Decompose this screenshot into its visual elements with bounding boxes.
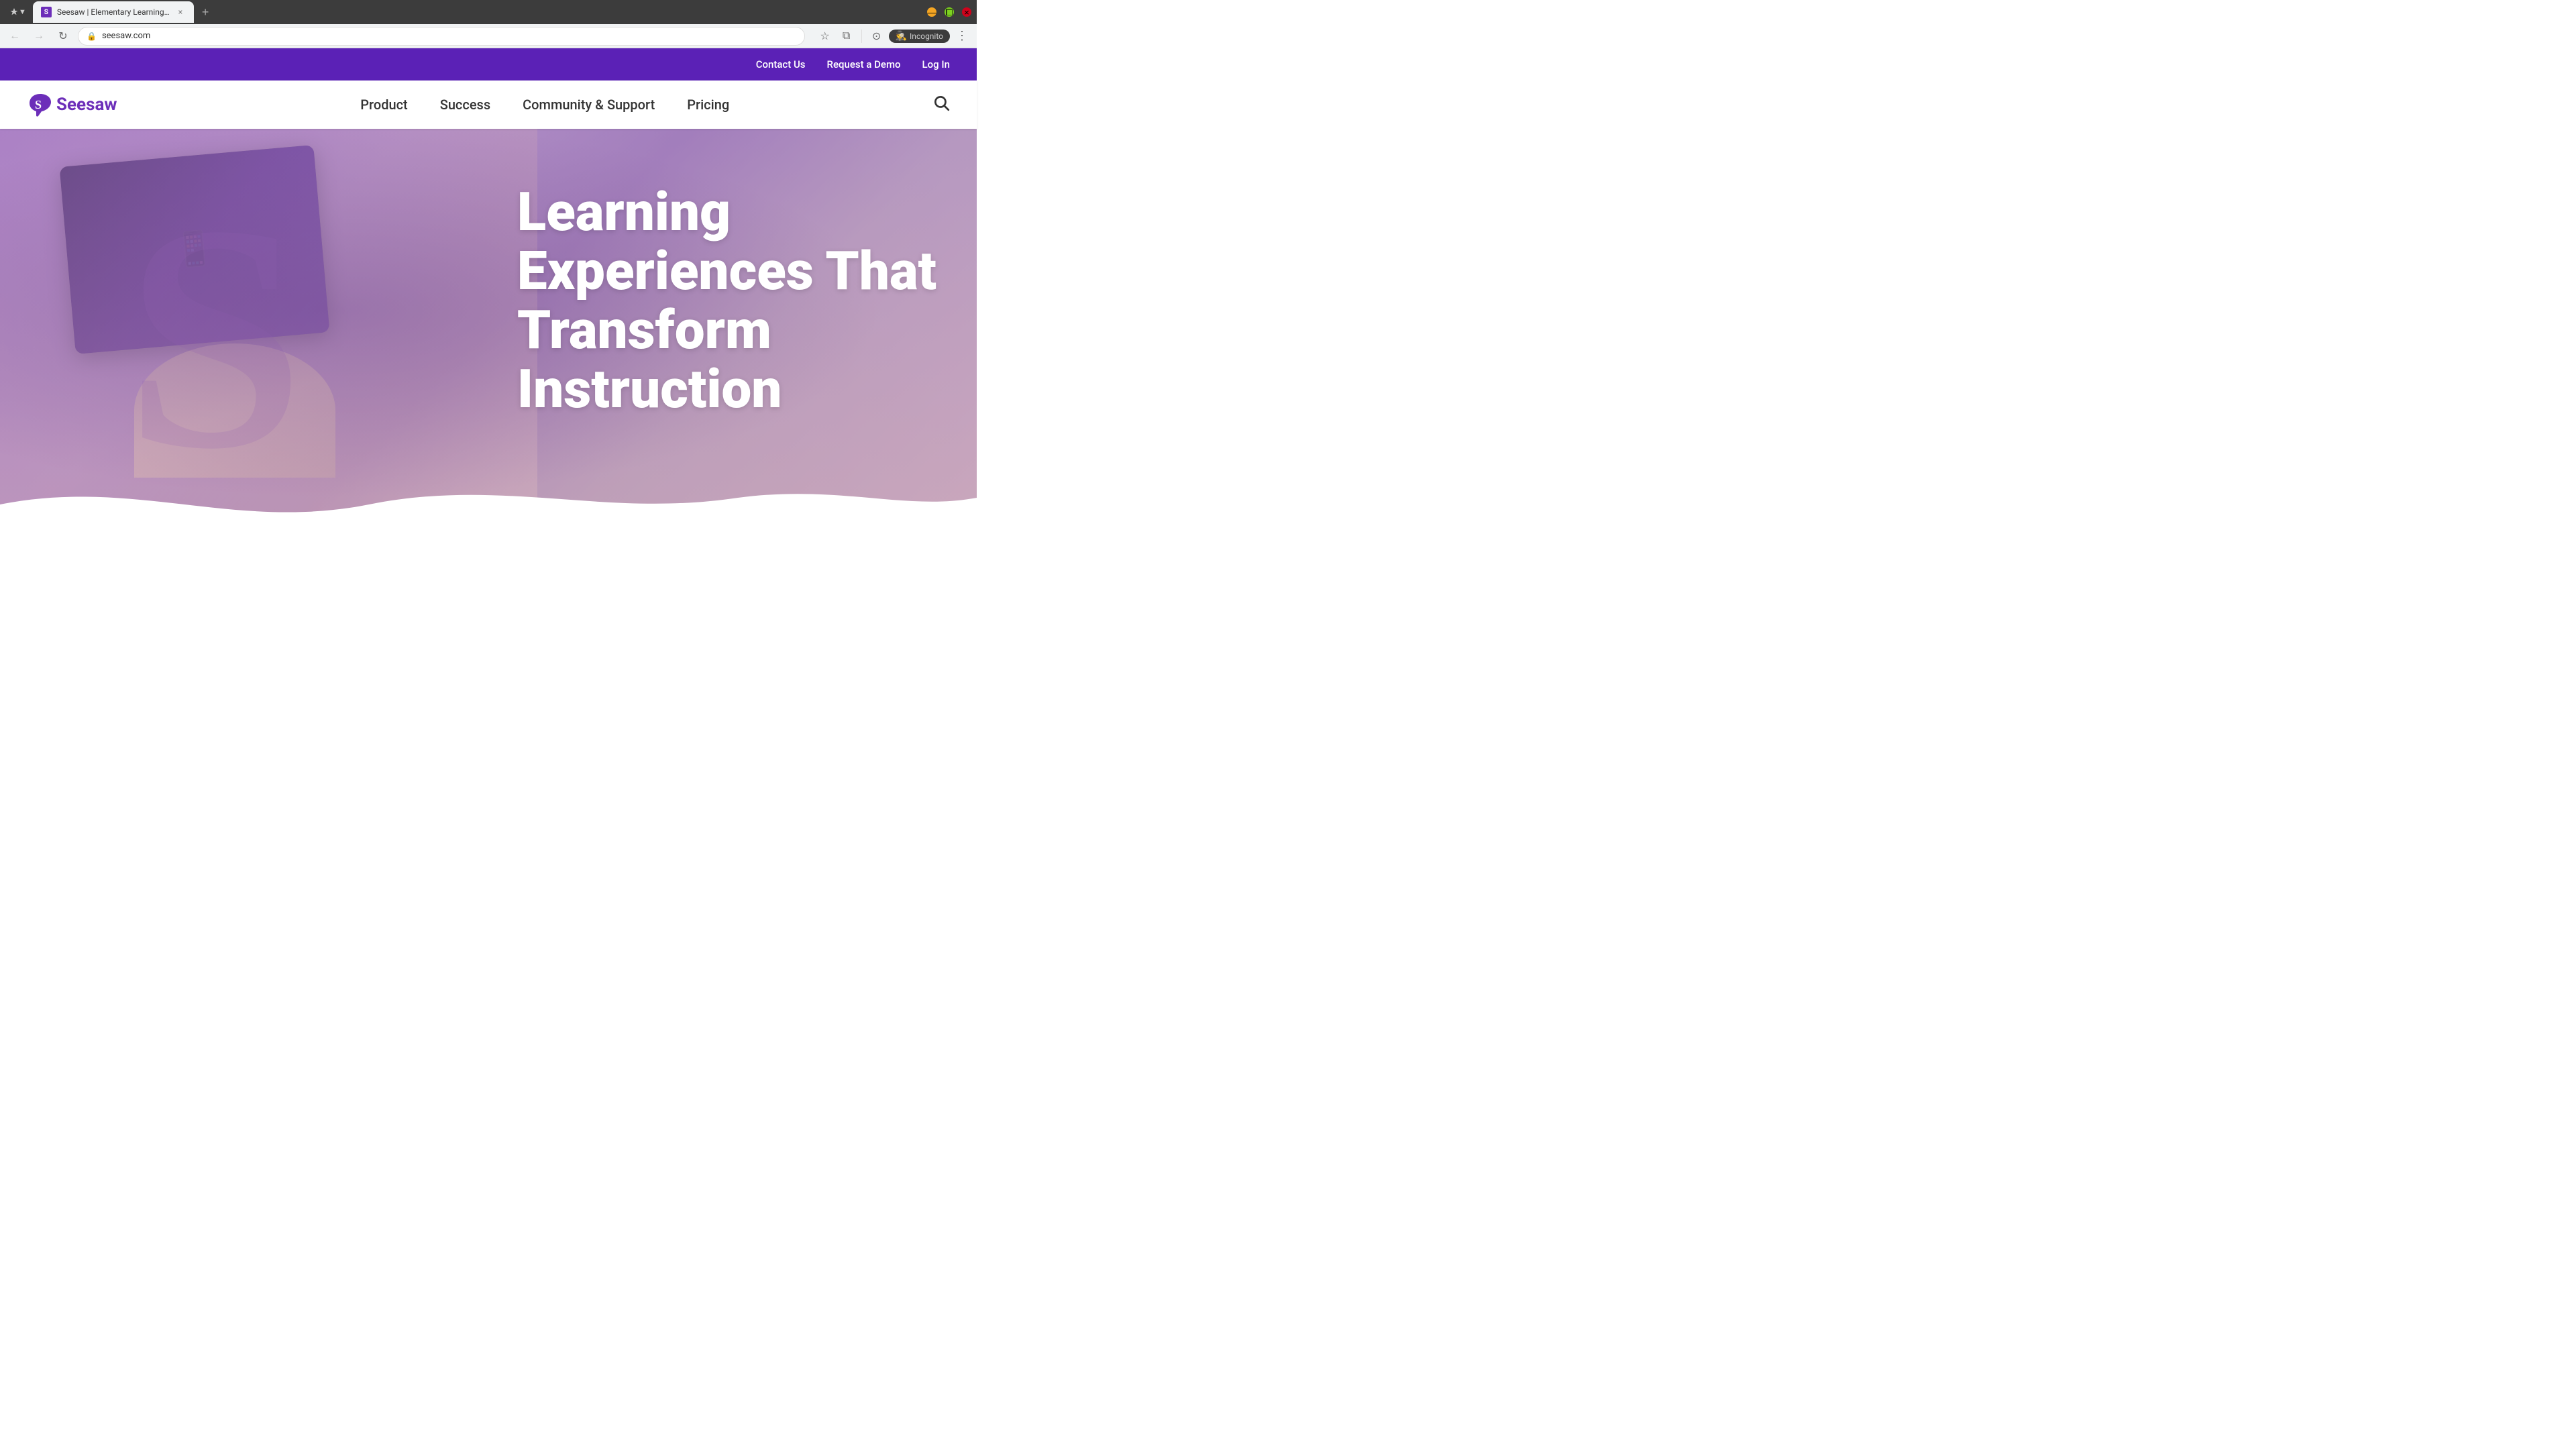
window-maximize-button[interactable]: ⧠: [945, 7, 954, 17]
lock-icon: 🔒: [87, 32, 97, 41]
contact-us-link[interactable]: Contact Us: [756, 58, 806, 70]
address-bar: ← → ↻ 🔒 seesaw.com ☆ ⧉ ⊙ 🕵 Incognito ⋮: [0, 24, 977, 48]
window-minimize-button[interactable]: —: [927, 7, 936, 17]
hero-content: Learning Experiences That Transform Inst…: [517, 182, 936, 419]
url-bar[interactable]: 🔒 seesaw.com: [78, 27, 805, 46]
tab-title: Seesaw | Elementary Learning ...: [57, 7, 170, 17]
hero-wave: [0, 464, 977, 531]
profile-button[interactable]: ⊙: [867, 27, 886, 46]
request-demo-link[interactable]: Request a Demo: [827, 58, 901, 70]
logo-icon-svg: S: [27, 91, 54, 118]
hero-title-line3: Transform: [517, 299, 771, 362]
logo-text: Seesaw: [56, 95, 117, 115]
search-button[interactable]: [932, 94, 950, 115]
back-button[interactable]: ←: [5, 27, 24, 46]
seesaw-logo[interactable]: S Seesaw: [27, 91, 117, 118]
hero-section: 📱 S Learning Experiences That Transform …: [0, 129, 977, 531]
hero-title: Learning Experiences That Transform Inst…: [517, 182, 936, 419]
window-close-button[interactable]: ×: [962, 7, 971, 17]
reload-button[interactable]: ↻: [54, 27, 72, 46]
below-hero: [0, 531, 977, 585]
wave-svg: [0, 464, 977, 531]
svg-text:S: S: [35, 98, 42, 111]
extensions-button[interactable]: ⧉: [837, 27, 856, 46]
nav-product-link[interactable]: Product: [360, 97, 407, 113]
site-nav: S Seesaw Product Success Community & Sup…: [0, 80, 977, 129]
site-top-bar: Contact Us Request a Demo Log In: [0, 48, 977, 80]
tab-count-badge: ▼: [19, 8, 26, 16]
hero-title-line1: Learning: [517, 180, 731, 244]
incognito-label: Incognito: [910, 32, 943, 41]
search-icon: [932, 94, 950, 111]
active-tab[interactable]: S Seesaw | Elementary Learning ... ×: [33, 1, 194, 23]
tab-switcher-button[interactable]: ▼: [5, 5, 30, 19]
nav-pricing-link[interactable]: Pricing: [687, 97, 729, 113]
tab-favicon: S: [41, 7, 52, 17]
toolbar-divider: [861, 30, 862, 43]
hero-title-line4: Instruction: [517, 358, 782, 421]
tab-close-button[interactable]: ×: [175, 7, 186, 17]
bookmark-button[interactable]: ☆: [816, 27, 835, 46]
hero-title-line2: Experiences That: [517, 239, 936, 303]
nav-community-support-link[interactable]: Community & Support: [523, 97, 655, 113]
forward-button[interactable]: →: [30, 27, 48, 46]
log-in-link[interactable]: Log In: [922, 58, 950, 70]
nav-links: Product Success Community & Support Pric…: [157, 97, 932, 113]
more-menu-button[interactable]: ⋮: [953, 27, 971, 46]
browser-tab-bar: ▼ S Seesaw | Elementary Learning ... × +…: [0, 0, 977, 24]
url-text: seesaw.com: [102, 31, 150, 41]
toolbar-actions: ☆ ⧉ ⊙ 🕵 Incognito ⋮: [816, 27, 971, 46]
nav-success-link[interactable]: Success: [440, 97, 490, 113]
new-tab-button[interactable]: +: [197, 3, 215, 21]
incognito-badge: 🕵 Incognito: [889, 30, 950, 43]
